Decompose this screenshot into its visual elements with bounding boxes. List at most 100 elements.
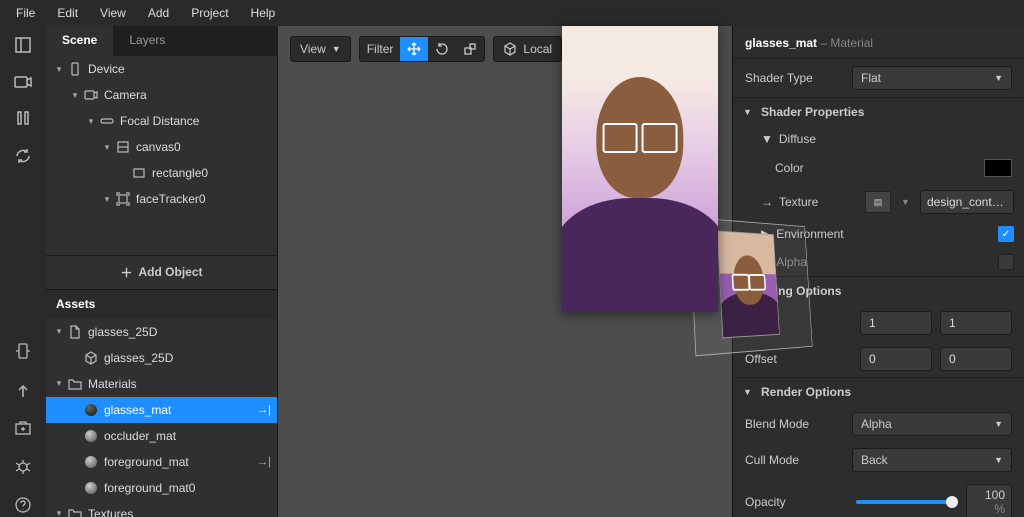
inspector-type: – Material [817, 36, 873, 50]
section-render[interactable]: ▼Render Options [733, 377, 1024, 406]
add-object-label: Add Object [139, 265, 203, 279]
viewport[interactable]: View ▼ Filter Local [278, 26, 732, 517]
tree-label: foreground_mat [104, 455, 189, 469]
tree-row[interactable]: ▾faceTracker0 [46, 186, 277, 212]
texture-label: Texture [779, 195, 859, 209]
filter-button[interactable]: Filter [360, 37, 401, 61]
tree-row[interactable]: ▾Textures [46, 501, 277, 517]
blend-value: Alpha [861, 417, 892, 431]
tree-row[interactable]: ▾Device [46, 56, 277, 82]
opacity-slider[interactable] [856, 500, 953, 504]
tree-label: Materials [88, 377, 137, 391]
texture-select[interactable]: design_control... [920, 190, 1014, 214]
up-arrow-icon[interactable] [16, 383, 30, 402]
offset-y-input[interactable]: 0 [940, 347, 1012, 371]
tree-row[interactable]: glasses_mat →| [46, 397, 277, 423]
color-swatch[interactable] [984, 159, 1012, 177]
help-icon[interactable] [14, 496, 32, 517]
chevron-icon: ▾ [68, 90, 82, 101]
camera-icon [82, 88, 100, 102]
tree-label: canvas0 [136, 140, 181, 154]
alpha-label: Alpha [776, 255, 992, 269]
scene-tree: ▾Device▾Camera▾Focal Distance▾canvas0rec… [46, 56, 277, 255]
shader-type-select[interactable]: Flat▼ [852, 66, 1012, 90]
tree-row[interactable]: foreground_mat0 [46, 475, 277, 501]
cull-mode-select[interactable]: Back ▼ [852, 448, 1012, 472]
menu-project[interactable]: Project [181, 2, 238, 24]
tree-row[interactable]: ▾glasses_25D [46, 319, 277, 345]
folder-icon [66, 377, 84, 391]
viewport-toolbar: View ▼ Filter Local [290, 36, 562, 62]
blend-label: Blend Mode [745, 417, 844, 431]
cube-icon [503, 42, 517, 56]
add-library-icon[interactable] [14, 420, 32, 439]
view-label: View [300, 42, 326, 56]
cube-icon [82, 351, 100, 365]
chevron-down-icon[interactable]: ▼ [897, 197, 914, 207]
menu-add[interactable]: Add [138, 2, 179, 24]
move-tool[interactable] [400, 37, 428, 61]
chevron-down-icon: ▼ [761, 132, 773, 146]
opacity-value[interactable]: 100 % [966, 484, 1012, 517]
file-icon [66, 325, 84, 339]
tree-label: Camera [104, 88, 147, 102]
chevron-down-icon: ▼ [994, 455, 1003, 465]
chevron-icon: ▾ [52, 378, 66, 389]
menubar: File Edit View Add Project Help [0, 0, 1024, 26]
chevron-down-icon: ▼ [743, 107, 755, 117]
tree-row[interactable]: glasses_25D [46, 345, 277, 371]
add-object-button[interactable]: ＋ Add Object [46, 255, 277, 289]
tree-label: Focal Distance [120, 114, 199, 128]
offset-x-input[interactable]: 0 [860, 347, 932, 371]
tree-label: occluder_mat [104, 429, 176, 443]
simulator-preview [562, 26, 718, 312]
subsection-diffuse[interactable]: ▼ Diffuse [733, 126, 1024, 152]
tree-row[interactable]: ▾ canvas0 [46, 134, 277, 160]
section-shader-properties[interactable]: ▼Shader Properties [733, 97, 1024, 126]
tab-scene[interactable]: Scene [46, 26, 113, 56]
chevron-icon: ▾ [52, 64, 66, 75]
chevron-icon: ▾ [84, 116, 98, 127]
device-icon[interactable] [15, 342, 31, 365]
menu-view[interactable]: View [90, 2, 136, 24]
tree-row[interactable]: ▾ Camera [46, 82, 277, 108]
view-dropdown[interactable]: View ▼ [290, 36, 351, 62]
tree-row[interactable]: occluder_mat [46, 423, 277, 449]
tree-label: rectangle0 [152, 166, 208, 180]
offset-label: Offset [745, 352, 852, 366]
bug-icon[interactable] [14, 457, 32, 478]
camera-icon[interactable] [14, 75, 32, 92]
local-toggle[interactable]: Local [493, 36, 562, 62]
rotate-tool[interactable] [428, 37, 456, 61]
cull-value: Back [861, 453, 888, 467]
chevron-icon: ▾ [100, 194, 114, 205]
chevron-icon: ▾ [100, 142, 114, 153]
tree-row[interactable]: rectangle0 [46, 160, 277, 186]
environment-checkbox[interactable]: ✓ [998, 226, 1014, 242]
menu-help[interactable]: Help [241, 2, 286, 24]
color-label: Color [775, 161, 976, 175]
pause-icon[interactable] [16, 110, 30, 129]
menu-file[interactable]: File [6, 2, 45, 24]
scale-tool[interactable] [456, 37, 484, 61]
chevron-down-icon: ▼ [994, 73, 1003, 83]
blend-mode-select[interactable]: Alpha▼ [852, 412, 1012, 436]
texture-thumb[interactable]: ▤ [865, 191, 891, 213]
chevron-down-icon: ▼ [332, 44, 341, 54]
canvas-icon [114, 140, 132, 154]
tree-row[interactable]: ▾ Materials [46, 371, 277, 397]
tile-y-input[interactable]: 1 [940, 311, 1012, 335]
badge: →| [257, 404, 271, 416]
tree-label: glasses_mat [104, 403, 171, 417]
tree-row[interactable]: foreground_mat →| [46, 449, 277, 475]
tree-row[interactable]: ▾ Focal Distance [46, 108, 277, 134]
sync-icon[interactable] [14, 147, 32, 168]
alpha-checkbox[interactable] [998, 254, 1014, 270]
menu-edit[interactable]: Edit [47, 2, 88, 24]
layout-icon[interactable] [14, 36, 32, 57]
tile-x-input[interactable]: 1 [860, 311, 932, 335]
focal-icon [98, 114, 116, 128]
tab-layers[interactable]: Layers [113, 26, 181, 56]
diffuse-label: Diffuse [779, 132, 816, 146]
badge: →| [257, 456, 271, 468]
